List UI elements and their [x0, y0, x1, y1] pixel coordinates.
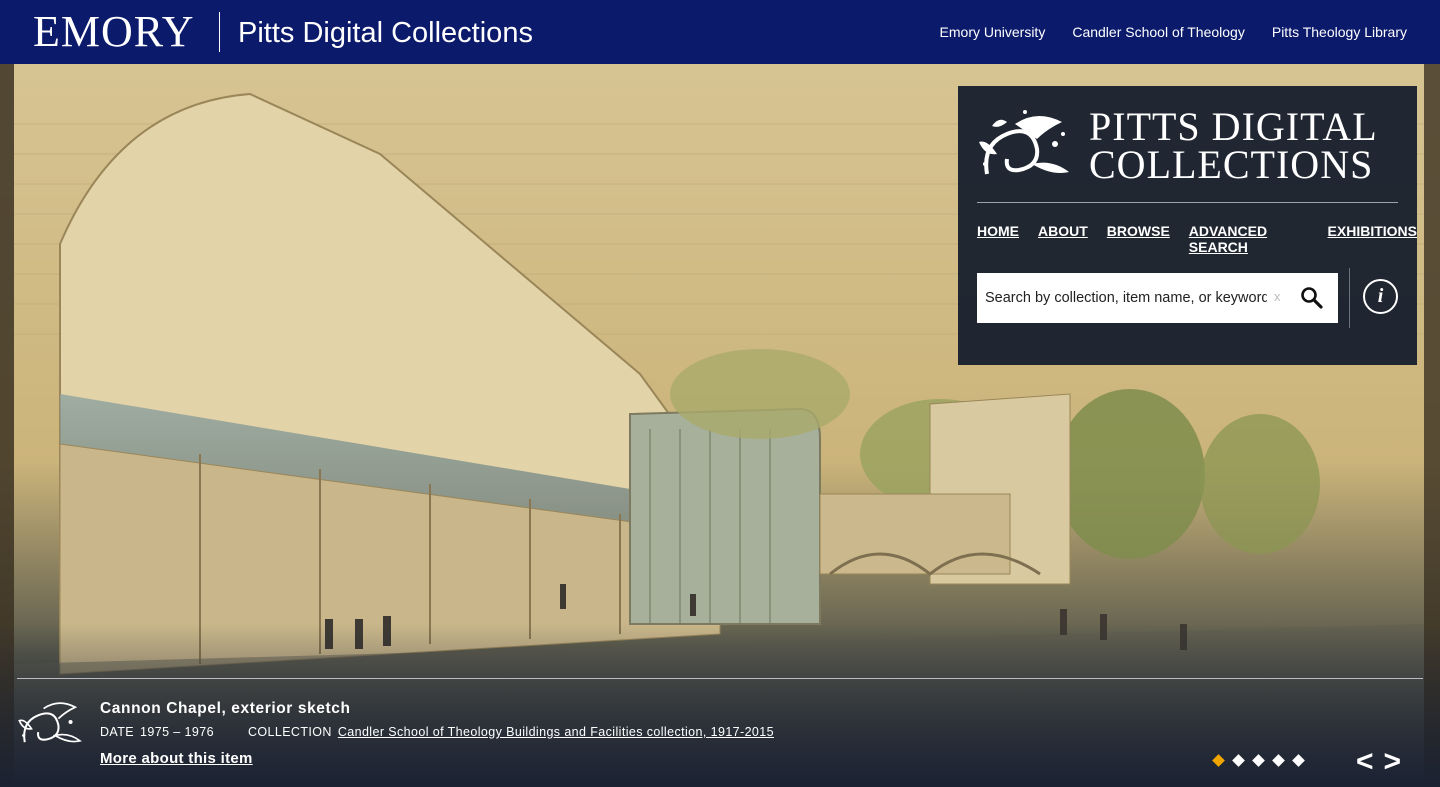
site-title[interactable]: Pitts Digital Collections: [238, 16, 533, 50]
collection-label: COLLECTION: [247, 725, 332, 739]
meta-spacer: [220, 725, 242, 739]
link-pitts-library[interactable]: Pitts Theology Library: [1272, 24, 1407, 40]
leaf-bird-logo-icon: [18, 695, 82, 749]
info-icon[interactable]: i: [1363, 279, 1398, 314]
nav-home[interactable]: HOME: [977, 223, 1019, 255]
link-emory-university[interactable]: Emory University: [940, 24, 1046, 40]
nav-advanced-search[interactable]: ADVANCED SEARCH: [1189, 223, 1309, 255]
logo-line-2: COLLECTIONS: [1089, 142, 1374, 187]
search-input[interactable]: [977, 273, 1267, 323]
carousel-dot-5[interactable]: [1292, 754, 1305, 767]
link-candler-school[interactable]: Candler School of Theology: [1072, 24, 1245, 40]
item-meta: DATE 1975 – 1976 COLLECTION Candler Scho…: [100, 725, 774, 739]
nav-exhibitions[interactable]: EXHIBITIONS: [1328, 223, 1417, 255]
brand-divider: [219, 12, 220, 52]
date-value: 1975 – 1976: [140, 725, 214, 739]
prev-arrow-icon[interactable]: <: [1356, 744, 1374, 780]
search-panel: PITTS DIGITAL COLLECTIONS HOME ABOUT BRO…: [958, 86, 1417, 365]
item-title: Cannon Chapel, exterior sketch: [100, 700, 351, 717]
main-nav: HOME ABOUT BROWSE ADVANCED SEARCH EXHIBI…: [977, 223, 1417, 255]
logo-line-1: PITTS DIGITAL: [1089, 104, 1378, 149]
more-about-link[interactable]: More about this item: [100, 750, 253, 767]
top-bar: EMORY Pitts Digital Collections Emory Un…: [0, 0, 1440, 64]
emory-logo[interactable]: EMORY: [33, 10, 194, 54]
carousel-arrows: < >: [1356, 744, 1401, 780]
panel-divider: [977, 202, 1398, 203]
carousel-dot-3[interactable]: [1252, 754, 1265, 767]
carousel-dot-1[interactable]: [1212, 754, 1225, 767]
caption-divider: [17, 678, 1423, 679]
pitts-logo-icon[interactable]: [977, 104, 1072, 184]
top-links: Emory University Candler School of Theol…: [940, 24, 1407, 40]
nav-about[interactable]: ABOUT: [1038, 223, 1088, 255]
pitts-logo-title[interactable]: PITTS DIGITAL COLLECTIONS: [1089, 104, 1378, 187]
carousel-dots: [1212, 754, 1305, 767]
clear-icon[interactable]: x: [1274, 289, 1281, 304]
next-arrow-icon[interactable]: >: [1384, 744, 1402, 780]
nav-browse[interactable]: BROWSE: [1107, 223, 1170, 255]
search-icon[interactable]: [1299, 285, 1325, 311]
date-label: DATE: [100, 725, 135, 739]
collection-link[interactable]: Candler School of Theology Buildings and…: [338, 725, 774, 739]
search-box: x: [977, 273, 1338, 323]
panel-vertical-divider: [1349, 268, 1350, 328]
carousel-dot-2[interactable]: [1232, 754, 1245, 767]
carousel-dot-4[interactable]: [1272, 754, 1285, 767]
